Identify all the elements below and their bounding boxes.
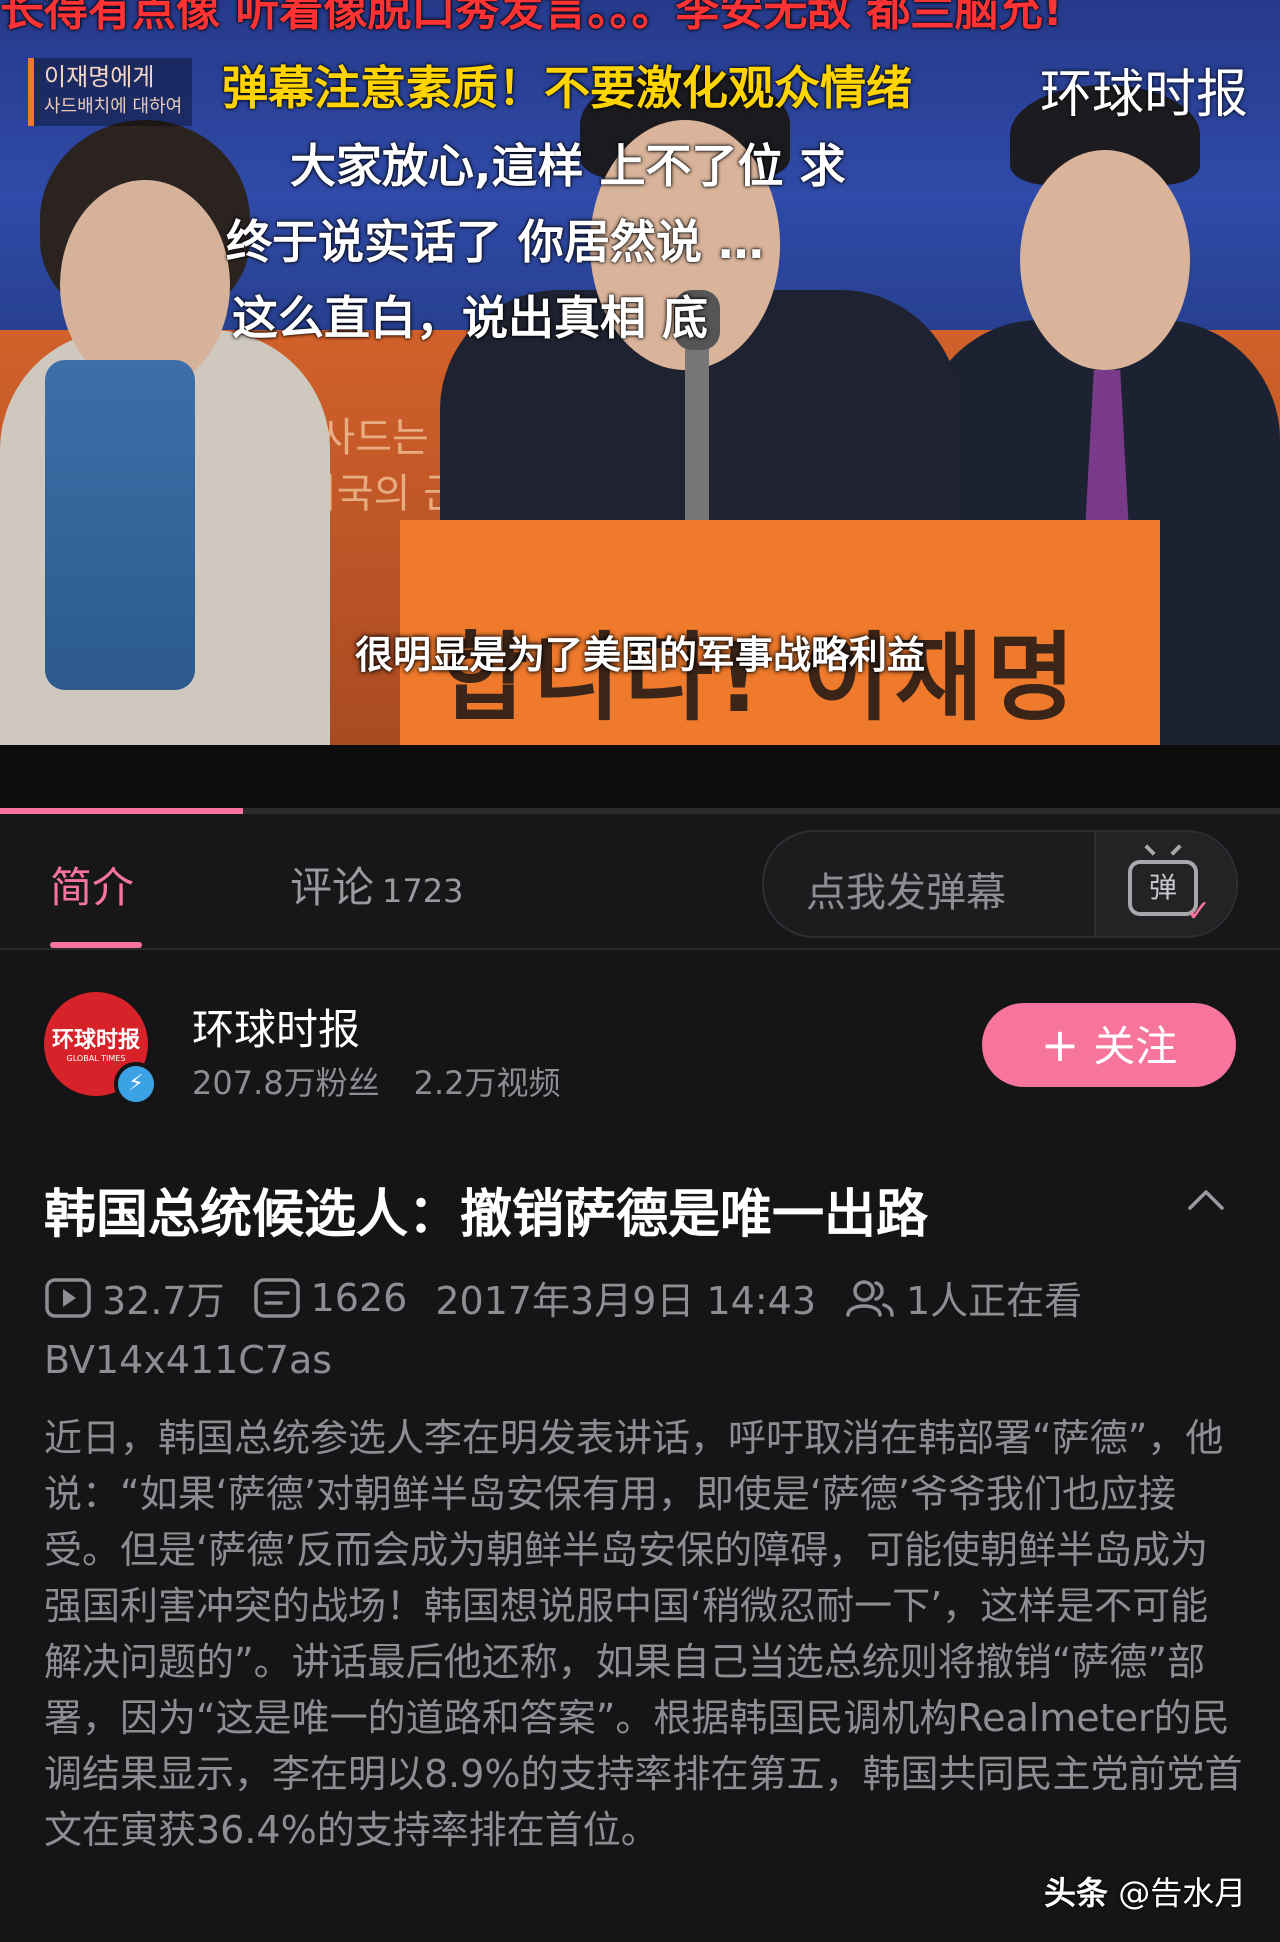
follow-button[interactable]: + 关注: [982, 1003, 1236, 1087]
source-watermark: 头条 @告水月: [1044, 1868, 1246, 1914]
viewers-icon: [846, 1279, 894, 1317]
danmaku-comment: 这么直白，说出真相 底: [232, 291, 709, 345]
follower-count: 207.8万粉丝: [192, 1064, 380, 1102]
danmaku-comment: 长得有点像 听着像脱口秀发言。。。李安无敌 都兰脑允!: [0, 0, 1063, 36]
video-meta-row: 32.7万 1626 2017年3月9日 14:43 1人正在看: [44, 1270, 1082, 1325]
uploader-stats: 207.8万粉丝 2.2万视频: [192, 1058, 561, 1104]
bvid: BV14x411C7as: [44, 1338, 333, 1382]
uploader-name[interactable]: 环球时报: [192, 996, 360, 1057]
danmaku-count-icon: [253, 1277, 300, 1318]
play-count-icon: [45, 1277, 91, 1318]
tab-active-indicator: [50, 942, 142, 948]
tab-comments[interactable]: 评论 1723: [290, 854, 463, 915]
danmaku-input[interactable]: 点我发弹幕 弹 ✓: [762, 830, 1238, 938]
danmaku-comment: 终于说实话了 你居然说 …: [226, 215, 765, 269]
chevron-up-icon[interactable]: [1186, 1180, 1226, 1220]
channel-watermark: 环球时报: [1040, 65, 1249, 125]
avatar[interactable]: 环球时报 GLOBAL TIMES ⚡: [44, 992, 158, 1106]
author-handle: @告水月: [1118, 1874, 1247, 1912]
platform-name: 头条: [1044, 1874, 1109, 1912]
check-icon: ✓: [1186, 894, 1212, 929]
danmaku-count: 1626: [310, 1275, 408, 1320]
danmaku-comment: 大家放心,這样 上不了位 求: [290, 139, 846, 193]
tab-bar: 简介 评论 1723 点我发弹幕 弹 ✓: [0, 814, 1280, 950]
tab-intro[interactable]: 简介: [50, 854, 134, 915]
plus-icon: +: [1040, 1018, 1080, 1072]
publish-datetime: 2017年3月9日 14:43: [435, 1279, 816, 1323]
video-subtitle: 很明显是为了美国的军事战略利益: [354, 633, 925, 677]
danmaku-comment: 弹幕注意素质！不要激化观众情绪: [222, 61, 912, 115]
view-count: 32.7万: [102, 1279, 225, 1323]
follow-label: 关注: [1093, 1022, 1178, 1071]
video-title: 韩国总统候选人：撤销萨德是唯一出路: [44, 1185, 929, 1245]
channel-tag: 이재명에게 사드배치에 대하여: [28, 58, 193, 126]
danmaku-toggle-button[interactable]: 弹 ✓: [1094, 832, 1236, 936]
video-player[interactable]: "사드는 중국의 해양진출을 봉쇄하고 미국의 군사적략상 이익을 위함" 합니…: [0, 0, 1280, 745]
avatar-logo-text: 环球时报: [51, 1027, 140, 1053]
video-description: 近日，韩国总统参选人李在明发表讲话，呼吁取消在韩部署“萨德”，他说：“如果‘萨德…: [44, 1416, 1243, 1852]
video-count: 2.2万视频: [413, 1064, 561, 1102]
lightning-verified-icon: ⚡: [114, 1062, 158, 1106]
player-bottom-bar: [0, 745, 1280, 810]
tab-comments-label: 评论: [290, 863, 375, 912]
tab-comments-count: 1723: [382, 872, 464, 910]
danmaku-input-placeholder: 点我发弹幕: [806, 870, 1006, 916]
watching-count: 1人正在看: [906, 1279, 1083, 1323]
